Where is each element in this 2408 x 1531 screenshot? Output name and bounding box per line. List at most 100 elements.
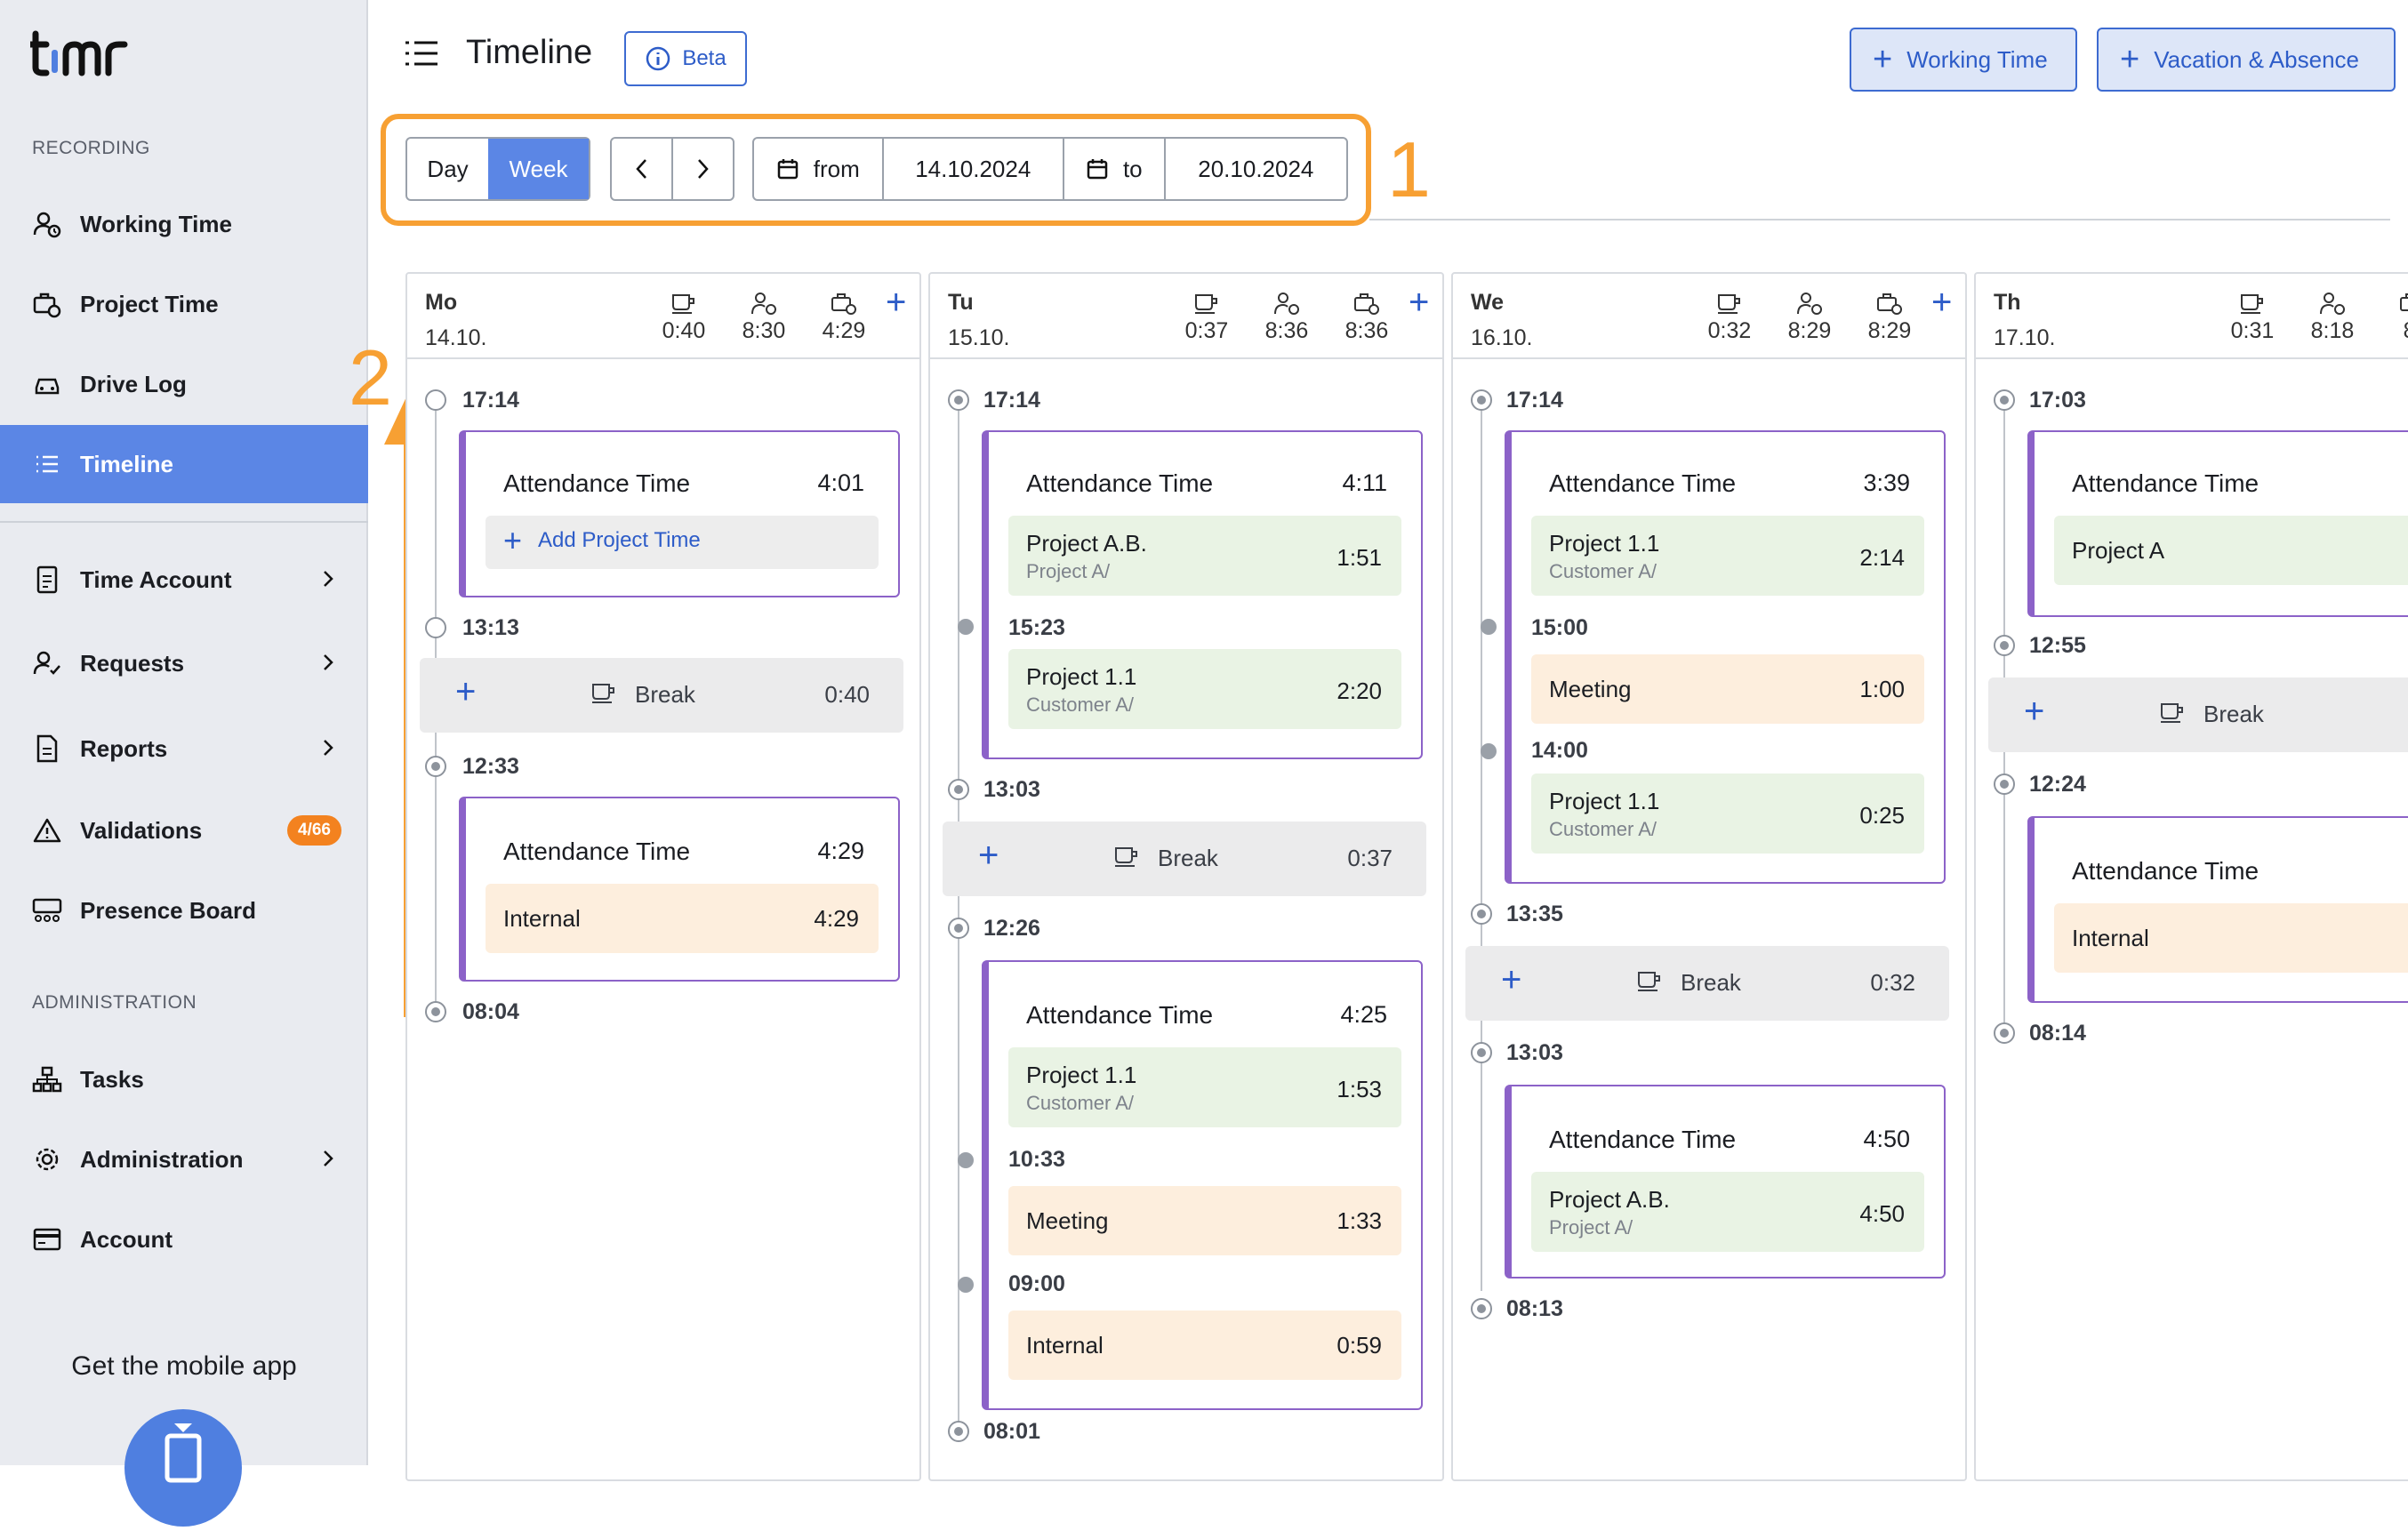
- meeting-entry[interactable]: Meeting 1:33: [1008, 1186, 1401, 1255]
- break-stat: 0:31: [2221, 288, 2284, 344]
- sidebar-item-administration[interactable]: Administration: [0, 1120, 368, 1198]
- annotation-box-1: [381, 114, 1371, 226]
- card-icon: [32, 1224, 62, 1254]
- sidebar-item-working-time[interactable]: Working Time: [0, 185, 368, 263]
- break-label: Break: [635, 681, 695, 708]
- break-duration: 0:40: [824, 681, 870, 708]
- break-total: 0:31: [2230, 318, 2275, 343]
- timeline-time: 13:35: [1506, 902, 1563, 926]
- add-vacation-absence-button[interactable]: + Vacation & Absence: [2097, 28, 2396, 92]
- break-total: 0:32: [1707, 318, 1752, 343]
- add-break-button[interactable]: +: [2024, 693, 2044, 729]
- add-project-time-label: Add Project Time: [538, 528, 701, 552]
- break-row[interactable]: + Break 0:32: [1465, 946, 1949, 1021]
- add-break-button[interactable]: +: [978, 838, 999, 873]
- timeline-dot: [948, 389, 969, 411]
- project-entry[interactable]: Project 1.1 Customer A/ 0:25: [1531, 774, 1924, 854]
- timeline-time: 17:14: [1506, 388, 1563, 413]
- timeline-dot: [1994, 1022, 2015, 1044]
- internal-entry[interactable]: Internal 0:59: [1008, 1311, 1401, 1380]
- timeline-time: 13:03: [983, 777, 1040, 802]
- sidebar-item-requests[interactable]: Requests: [0, 624, 368, 702]
- entry-name: Meeting: [1549, 676, 1632, 702]
- add-day-entry-button[interactable]: +: [886, 285, 906, 320]
- attendance-card[interactable]: Attendance Time 4:29 Internal 4:29: [459, 797, 900, 982]
- attendance-card[interactable]: Attendance Time 4:25 Project 1.1 Custome…: [958, 960, 1423, 1410]
- recording-section-label: RECORDING: [32, 138, 150, 158]
- project-entry[interactable]: Project 1.1 Customer A/ 1:53: [1008, 1047, 1401, 1127]
- add-working-time-button[interactable]: + Working Time: [1850, 28, 2077, 92]
- add-break-button[interactable]: +: [455, 674, 476, 709]
- chevron-right-icon: [322, 651, 334, 678]
- mobile-app-promo[interactable]: Get the mobile app: [0, 1351, 368, 1382]
- hamburger-menu-icon[interactable]: [404, 39, 439, 72]
- entry-duration: 4:50: [1859, 1200, 1905, 1227]
- person-clock-icon: [2301, 288, 2364, 318]
- break-row[interactable]: + Break 0:: [1988, 677, 2408, 752]
- break-label: Break: [2203, 701, 2264, 727]
- inner-timeline-dot: [958, 1152, 974, 1168]
- entry-customer: Project A/: [1026, 560, 1111, 582]
- annotation-number-1: 1: [1387, 125, 1431, 213]
- attendance-card[interactable]: Attendance Time 4:50 Project A.B. Projec…: [1505, 1085, 1946, 1279]
- inner-time: 14:00: [1531, 738, 1588, 763]
- inner-time: 15:00: [1531, 615, 1588, 640]
- entry-duration: 0:25: [1859, 802, 1905, 829]
- administration-section-label: ADMINISTRATION: [32, 992, 197, 1013]
- timeline-time: 12:24: [2029, 772, 2086, 797]
- sidebar-item-drive-log[interactable]: Drive Log: [0, 345, 368, 423]
- timeline-line: [1481, 402, 1482, 1291]
- timeline-dot: [425, 617, 446, 638]
- project-entry[interactable]: Project A.B. Project A/ 1:51: [1008, 516, 1401, 596]
- coffee-cup-icon: [1636, 969, 1663, 997]
- project-entry[interactable]: Project A.B. Project A/ 4:50: [1531, 1172, 1924, 1252]
- timeline-time: 17:14: [462, 388, 519, 413]
- entry-customer: Customer A/: [1549, 818, 1658, 840]
- sidebar-item-validations[interactable]: Validations 4/66: [0, 791, 368, 870]
- sidebar-item-time-account[interactable]: Time Account: [0, 541, 368, 619]
- entry-name: Internal: [1026, 1332, 1104, 1359]
- project-entry[interactable]: Project 1.1 Customer A/ 2:14: [1531, 516, 1924, 596]
- working-stat: 8:18: [2301, 288, 2364, 344]
- attendance-card[interactable]: Attendance Time 3:39 Project 1.1 Custome…: [1481, 430, 1946, 884]
- add-working-time-label: Working Time: [1906, 45, 2048, 73]
- attendance-title: Attendance Time: [2072, 857, 2260, 885]
- timeline-time: 17:14: [983, 388, 1040, 413]
- sidebar-item-reports[interactable]: Reports: [0, 709, 368, 788]
- add-project-time-button[interactable]: + Add Project Time: [486, 516, 879, 569]
- project-stat: 8:: [2381, 288, 2408, 344]
- sidebar-item-label: Validations: [80, 816, 203, 844]
- car-icon: [32, 369, 62, 399]
- timeline-dot: [1471, 389, 1492, 411]
- coffee-cup-icon: [1698, 288, 1761, 318]
- attendance-card[interactable]: Attendance Time 4:11 Project A.B. Projec…: [958, 430, 1423, 759]
- entry-duration: 1:51: [1336, 544, 1382, 571]
- inner-timeline-dot: [1481, 619, 1497, 635]
- sidebar-item-tasks[interactable]: Tasks: [0, 1040, 368, 1118]
- phone-icon[interactable]: [124, 1409, 242, 1527]
- inner-timeline-dot: [958, 1277, 974, 1293]
- sidebar-item-presence-board[interactable]: Presence Board: [0, 871, 368, 950]
- briefcase-clock-icon: [2381, 288, 2408, 318]
- day-name: We: [1471, 290, 1505, 315]
- internal-entry[interactable]: Internal 4:29: [486, 884, 879, 953]
- attendance-title: Attendance Time: [1026, 469, 1214, 497]
- attendance-card[interactable]: Attendance Time 4:01 + Add Project Time: [459, 430, 900, 597]
- sidebar-item-label: Administration: [80, 1145, 244, 1173]
- sidebar-item-project-time[interactable]: Project Time: [0, 265, 368, 343]
- entry-name: Project A.B.: [1549, 1186, 1670, 1213]
- break-row[interactable]: + Break 0:37: [943, 822, 1426, 896]
- add-break-button[interactable]: +: [1501, 962, 1521, 998]
- add-day-entry-button[interactable]: +: [1931, 285, 1952, 320]
- add-day-entry-button[interactable]: +: [1409, 285, 1429, 320]
- hierarchy-icon: [32, 1064, 62, 1094]
- project-entry[interactable]: Project 1.1 Customer A/ 2:20: [1008, 649, 1401, 729]
- beta-button[interactable]: Beta: [624, 31, 747, 86]
- sidebar-item-account[interactable]: Account: [0, 1200, 368, 1279]
- timr-logo[interactable]: [27, 27, 146, 80]
- attendance-duration: 4:25: [1340, 1001, 1387, 1028]
- meeting-entry[interactable]: Meeting 1:00: [1531, 654, 1924, 724]
- timeline-dot: [1994, 389, 2015, 411]
- sidebar-item-timeline[interactable]: Timeline: [0, 425, 368, 503]
- break-row[interactable]: + Break 0:40: [420, 658, 903, 733]
